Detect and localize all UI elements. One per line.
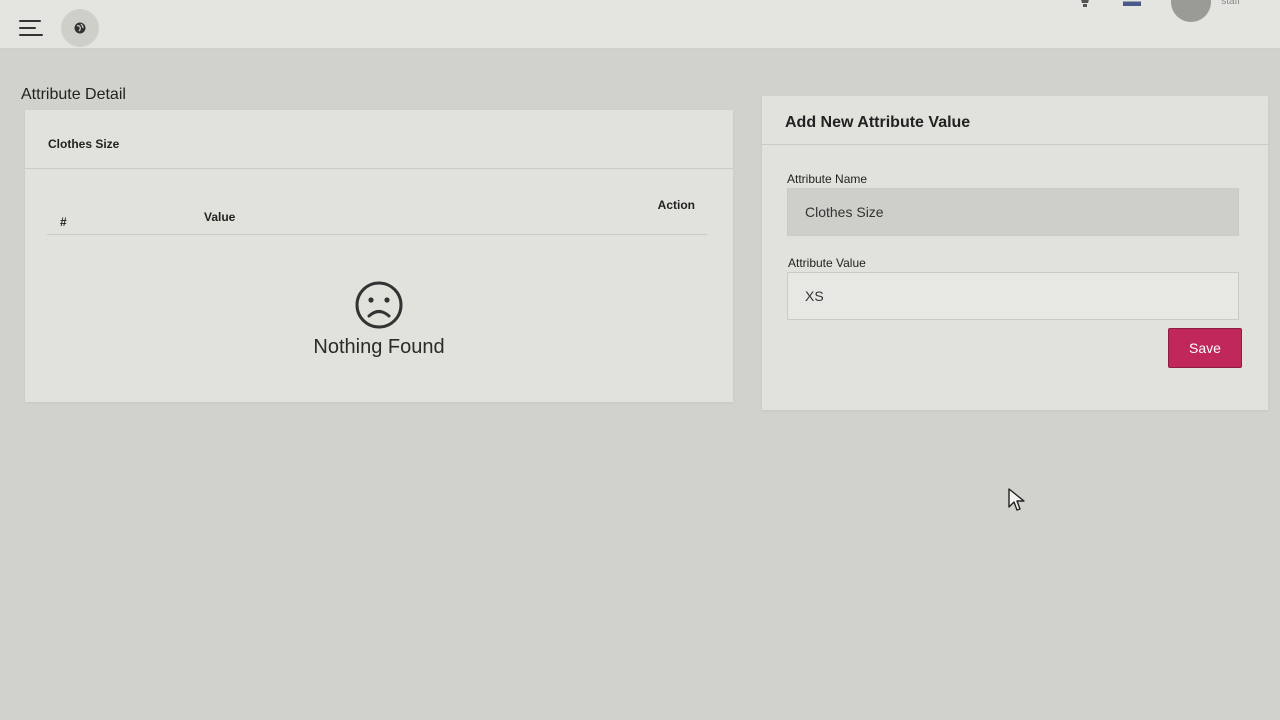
card-header: Add New Attribute Value — [762, 96, 1268, 145]
attribute-title: Clothes Size — [48, 137, 120, 151]
avatar[interactable] — [1171, 0, 1212, 22]
empty-state: Nothing Found — [25, 280, 733, 359]
attribute-values-card: Clothes Size # Value Action Nothing Foun… — [25, 110, 733, 402]
attribute-name-input[interactable] — [787, 188, 1239, 236]
attribute-value-label: Attribute Value — [788, 256, 866, 270]
hamburger-icon[interactable] — [19, 20, 43, 38]
flag-icon[interactable] — [1123, 0, 1142, 6]
column-header-action: Action — [657, 198, 695, 212]
top-navbar: staff — [0, 0, 1280, 49]
mouse-cursor-icon — [1008, 488, 1025, 511]
form-title: Add New Attribute Value — [785, 114, 971, 131]
empty-message: Nothing Found — [313, 336, 445, 358]
user-label: staff — [1221, 0, 1240, 7]
sad-face-icon — [355, 281, 403, 329]
card-header: Clothes Size — [25, 110, 733, 169]
user-menu[interactable]: staff — [1171, 0, 1240, 22]
column-header-number: # — [60, 215, 67, 229]
attribute-value-input[interactable] — [787, 272, 1239, 320]
table-header: # Value Action — [47, 198, 707, 235]
globe-icon — [74, 22, 86, 34]
save-button[interactable]: Save — [1168, 328, 1242, 368]
page-title: Attribute Detail — [21, 86, 126, 103]
topbar-right-group: staff — [1077, 0, 1240, 22]
bell-icon[interactable] — [1077, 0, 1093, 8]
attribute-name-label: Attribute Name — [787, 172, 868, 186]
globe-button[interactable] — [61, 9, 99, 47]
column-header-value: Value — [204, 210, 236, 224]
add-value-card: Add New Attribute Value Attribute Name A… — [762, 96, 1268, 410]
